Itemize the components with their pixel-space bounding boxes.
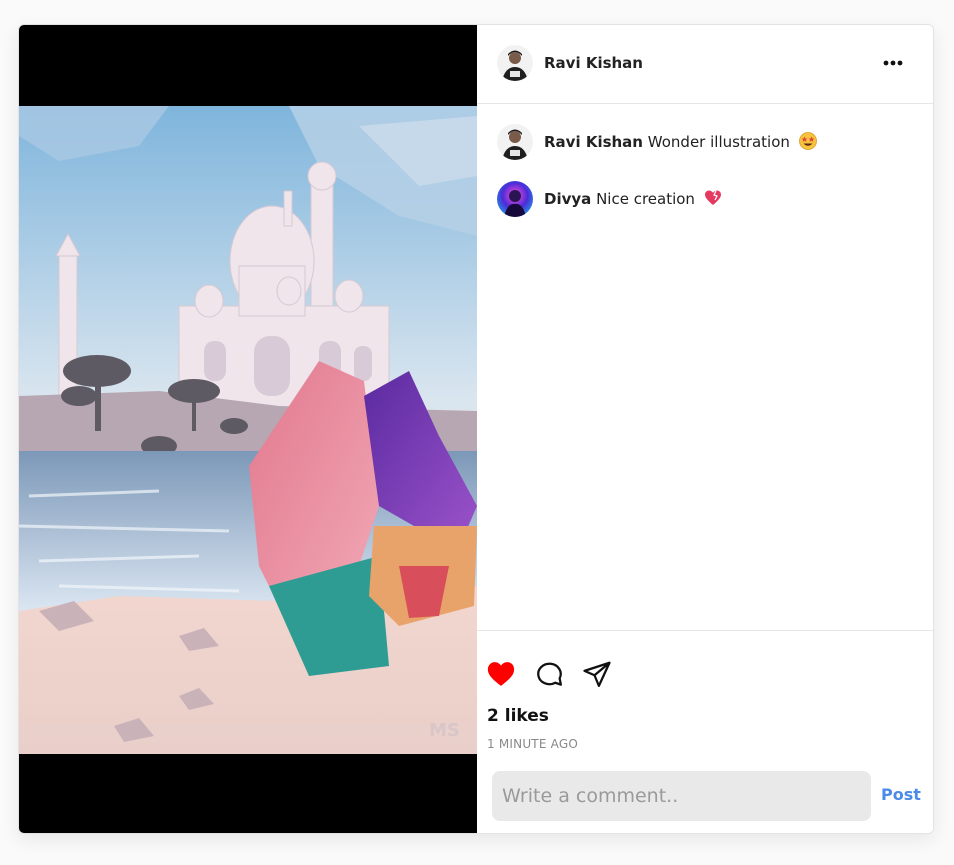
post-image[interactable]: MS	[19, 106, 477, 754]
comment-body: Wonder illustration	[647, 133, 790, 151]
comment-text: Ravi Kishan Wonder illustration	[544, 132, 817, 151]
post-media: MS	[19, 25, 477, 833]
like-heart-icon[interactable]	[486, 659, 516, 689]
post-header: Ravi Kishan	[477, 25, 933, 104]
author-name[interactable]: Ravi Kishan	[544, 54, 643, 72]
post-actions: 2 likes 1 MINUTE AGO Post	[477, 630, 933, 833]
comment-username[interactable]: Divya	[544, 190, 591, 208]
likes-count[interactable]: 2 likes	[487, 706, 549, 726]
post-timestamp: 1 MINUTE AGO	[487, 737, 578, 751]
comment-item: Divya Nice creation	[477, 181, 933, 221]
post-card: MS Ravi Kishan Ravi Kishan Wonder illust…	[18, 24, 934, 834]
comment-avatar[interactable]	[497, 124, 533, 160]
comment-body: Nice creation	[596, 190, 695, 208]
comment-username[interactable]: Ravi Kishan	[544, 133, 643, 151]
comments-list: Ravi Kishan Wonder illustration Divya Ni…	[477, 105, 933, 630]
comment-text: Divya Nice creation	[544, 189, 722, 208]
post-panel: Ravi Kishan Ravi Kishan Wonder illustrat…	[477, 25, 933, 833]
comment-input[interactable]	[492, 771, 871, 821]
heart-emoji-icon	[704, 190, 721, 205]
share-send-icon[interactable]	[582, 659, 612, 689]
more-options-icon[interactable]	[881, 51, 905, 75]
comment-bubble-icon[interactable]	[534, 659, 564, 689]
post-comment-button[interactable]: Post	[881, 785, 921, 804]
comment-avatar[interactable]	[497, 181, 533, 217]
watermark-text: MS	[429, 720, 460, 741]
star-struck-emoji-icon	[798, 132, 817, 150]
author-avatar[interactable]	[497, 45, 533, 81]
comment-item: Ravi Kishan Wonder illustration	[477, 124, 933, 164]
